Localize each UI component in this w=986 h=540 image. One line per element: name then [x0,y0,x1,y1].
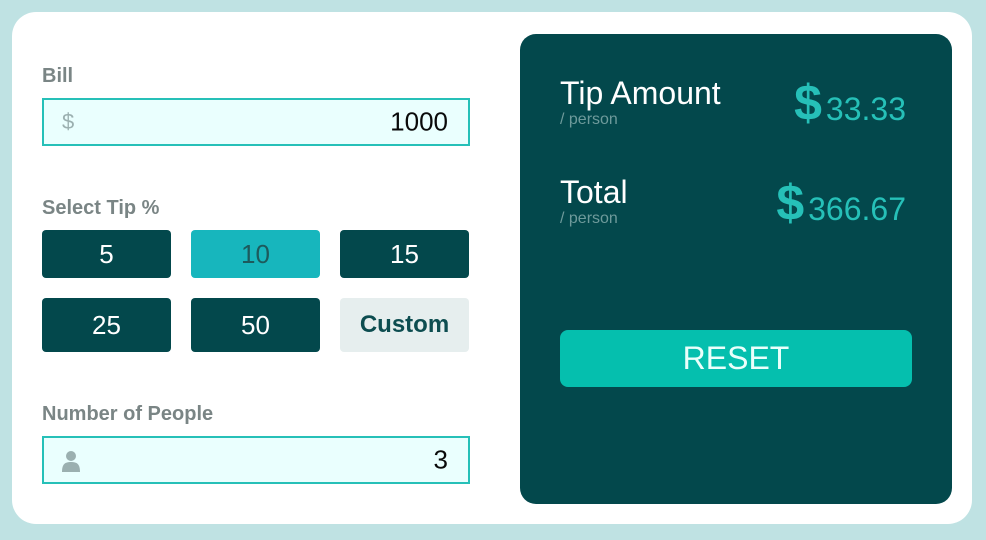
tip-button-15[interactable]: 15 [340,230,469,278]
people-value: 3 [433,444,448,475]
total-subtitle: / person [560,210,618,227]
tip-button-10[interactable]: 10 [191,230,320,278]
people-input[interactable]: 3 [42,436,470,484]
tip-amount-subtitle: / person [560,111,618,128]
tip-button-25[interactable]: 25 [42,298,171,352]
custom-tip-input[interactable]: Custom [340,298,469,352]
tip-amount-value: 33.33 [825,91,906,127]
bill-label: Bill [42,65,74,87]
dollar-icon: $ [62,109,75,134]
tip-button-50[interactable]: 50 [191,298,320,352]
reset-button[interactable]: RESET [560,330,912,387]
bill-input[interactable]: $ 1000 [42,98,470,146]
total-value: 366.67 [808,191,906,227]
bill-value: 1000 [390,106,448,137]
results-panel: Tip Amount / person $ 33.33 Total / pers… [520,34,952,504]
person-icon [62,450,80,472]
total-title: Total [560,174,628,210]
tip-amount-display: $ 33.33 [794,74,906,132]
people-label: Number of People [42,403,214,425]
total-dollar-icon: $ [776,175,805,231]
calculator-card: Bill $ 1000 Select Tip % 5 10 15 25 50 C… [12,12,972,524]
tip-dollar-icon: $ [794,75,822,131]
tip-amount-title: Tip Amount [560,75,721,111]
select-tip-label: Select Tip % [42,197,160,219]
tip-button-5[interactable]: 5 [42,230,171,278]
total-display: $ 366.67 [776,174,906,232]
